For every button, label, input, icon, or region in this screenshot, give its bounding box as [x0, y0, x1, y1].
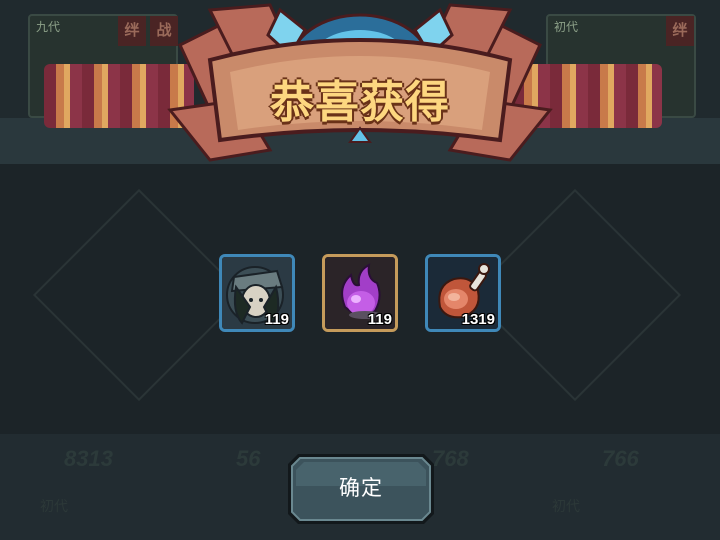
reward-item-ham[interactable]: 1319: [425, 254, 501, 332]
dialog-title: 恭喜获得: [270, 78, 450, 127]
background-card-tag: 九代: [36, 20, 61, 34]
confirm-button[interactable]: 确定: [286, 452, 436, 526]
reward-list: 119 119 1319: [0, 254, 720, 332]
background-card-tag: 初代: [40, 498, 68, 514]
reward-count: 1319: [461, 311, 495, 328]
reward-item-hero[interactable]: 119: [219, 254, 295, 332]
background-power: 768: [432, 446, 469, 471]
background-power: 56: [236, 446, 261, 471]
reward-item-soul[interactable]: 119: [322, 254, 398, 332]
confirm-button-label: 确定: [339, 477, 383, 500]
background-power: 766: [602, 446, 639, 471]
background-card-tag: 初代: [552, 498, 580, 514]
reward-count: 119: [264, 311, 289, 328]
background-card-badge: 绊: [666, 16, 694, 46]
background-card-badge: 绊: [118, 16, 146, 46]
background-power: 8313: [64, 446, 113, 471]
reward-count: 119: [367, 311, 392, 328]
